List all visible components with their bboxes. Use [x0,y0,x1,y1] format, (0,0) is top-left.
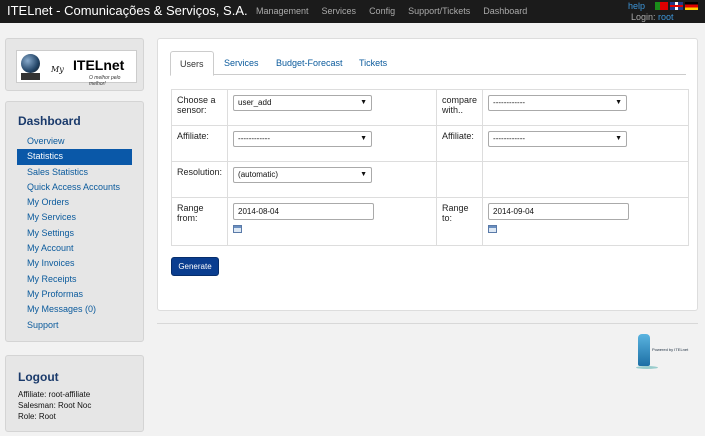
sidebar-item-overview[interactable]: Overview [17,134,132,149]
dashboard-title: Dashboard [18,114,81,128]
sidebar-item-my-messages[interactable]: My Messages (0) [17,302,132,317]
help-link[interactable]: help [628,1,645,11]
language-flags [655,2,698,10]
choose-sensor-label: Choose a sensor: [170,89,229,126]
brand-title[interactable]: ITELnet - Comunicações & Serviços, S.A. [7,3,248,18]
logo-my-text: My [51,65,64,74]
flag-de-icon[interactable] [685,2,698,10]
resolution-select-value: (automatic) [238,170,279,179]
chevron-down-icon: ▼ [615,135,623,142]
range-from-input[interactable]: 2014-08-04 [233,203,375,220]
logo-panel: My ITELnet O melhor pelo melhor! [5,38,144,91]
range-to-label: Range to: [436,197,484,246]
tab-budget-forecast[interactable]: Budget-Forecast [267,51,352,75]
resolution-label: Resolution: [170,161,229,198]
affiliate2-select-value: ------------ [493,134,526,143]
login-label: Login: [631,12,656,22]
sidebar-item-quick-access-accounts[interactable]: Quick Access Accounts [17,180,132,195]
chevron-down-icon: ▼ [360,135,368,142]
divider [157,323,698,324]
chevron-down-icon: ▼ [360,99,368,106]
nav-dashboard[interactable]: Dashboard [483,6,527,16]
range-to-input[interactable]: 2014-09-04 [488,203,630,220]
logout-link[interactable]: Logout [18,370,59,384]
flag-pt-icon[interactable] [655,2,668,10]
statistics-form: Choose a sensor: user_add ▼ compare with.… [170,89,689,246]
flag-uk-icon[interactable] [670,2,683,10]
sidebar-item-my-orders[interactable]: My Orders [17,195,132,210]
nav-config[interactable]: Config [369,6,395,16]
main-content: Users Services Budget-Forecast Tickets C… [157,38,698,311]
compare-select-value: ------------ [493,98,526,107]
sidebar-menu: Overview Statistics Sales Statistics Qui… [17,134,132,333]
affiliate-select[interactable]: ------------ ▼ [233,131,373,147]
top-navbar: ITELnet - Comunicações & Serviços, S.A. … [0,0,705,23]
affiliate-select-value: ------------ [238,134,270,143]
sidebar-item-my-settings[interactable]: My Settings [17,226,132,241]
sidebar-item-my-services[interactable]: My Services [17,210,132,225]
top-nav: Management Services Config Support/Ticke… [256,6,540,16]
globe-icon [21,54,40,73]
login-info: Login: root [631,12,674,22]
range-from-label: Range from: [170,197,229,246]
affiliate2-label: Affiliate: [436,125,484,162]
resolution-select[interactable]: (automatic) ▼ [233,167,373,183]
generate-button[interactable]: Generate [171,257,219,276]
sidebar-item-support[interactable]: Support [17,318,132,333]
salesman-info: Salesman: Root Noc [18,401,92,410]
sidebar-item-my-receipts[interactable]: My Receipts [17,272,132,287]
chevron-down-icon: ▼ [360,171,368,178]
robot-mascot-icon [638,334,650,366]
login-user-link[interactable]: root [658,12,674,22]
sidebar-item-my-invoices[interactable]: My Invoices [17,256,132,271]
nav-services[interactable]: Services [322,6,357,16]
affiliate-info: Affiliate: root-affiliate [18,390,91,399]
sidebar-item-sales-statistics[interactable]: Sales Statistics [17,165,132,180]
powered-by-text: Powered by ITELnet [652,347,689,352]
sidebar-item-my-account[interactable]: My Account [17,241,132,256]
tab-users[interactable]: Users [170,51,214,76]
mascot-shadow [636,366,658,369]
tab-services[interactable]: Services [215,51,268,75]
powered-by-logo: Powered by ITELnet [636,332,698,372]
sidebar-item-statistics[interactable]: Statistics [17,149,132,165]
nav-support-tickets[interactable]: Support/Tickets [408,6,470,16]
compare-select[interactable]: ------------ ▼ [488,95,628,111]
compare-label: compare with.. [436,89,484,126]
tab-bar: Users Services Budget-Forecast Tickets [170,51,686,76]
calendar-icon[interactable] [488,225,498,233]
logo-name-text: ITELnet [73,57,125,73]
sensor-select-value: user_add [238,98,272,107]
sensor-select[interactable]: user_add ▼ [233,95,373,111]
logo-tagline: O melhor pelo melhor! [89,75,121,87]
nav-management[interactable]: Management [256,6,309,16]
dashboard-panel: Dashboard Overview Statistics Sales Stat… [5,101,144,342]
logout-panel: Logout Affiliate: root-affiliate Salesma… [5,355,144,432]
sidebar-item-my-proformas[interactable]: My Proformas [17,287,132,302]
chevron-down-icon: ▼ [615,99,623,106]
affiliate-label: Affiliate: [170,125,229,162]
calendar-icon[interactable] [233,225,243,233]
tab-tickets[interactable]: Tickets [350,51,396,75]
role-info: Role: Root [18,412,56,421]
company-logo[interactable]: My ITELnet O melhor pelo melhor! [16,50,137,87]
affiliate2-select[interactable]: ------------ ▼ [488,131,628,147]
logo-base [21,73,40,80]
